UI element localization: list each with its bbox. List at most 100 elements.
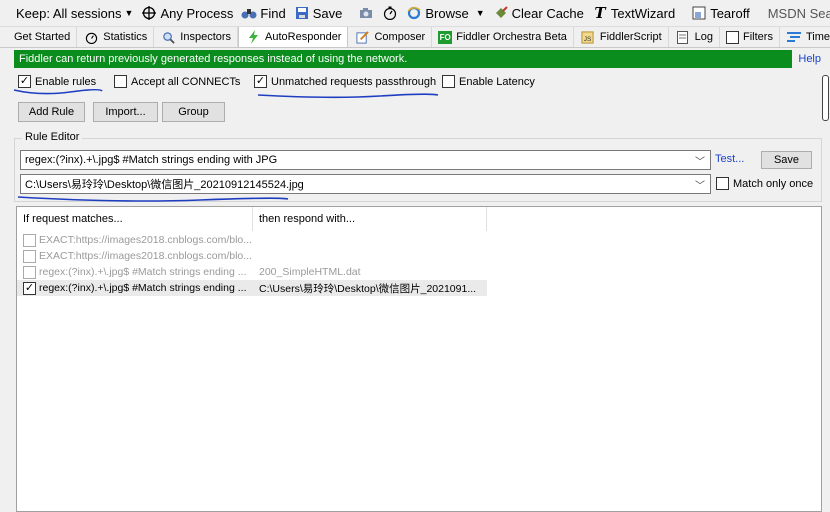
column-header-respond[interactable]: then respond with...	[253, 207, 487, 231]
rule-row[interactable]: EXACT:https://images2018.cnblogs.com/blo…	[17, 248, 487, 264]
unmatched-passthrough-option[interactable]: ✓ Unmatched requests passthrough	[254, 75, 436, 88]
match-only-once-checkbox[interactable]	[716, 177, 729, 190]
tab-filters[interactable]: Filters	[720, 27, 780, 47]
rule-save-button[interactable]: Save	[761, 151, 812, 169]
rule-enabled-checkbox[interactable]	[23, 265, 36, 279]
rule-respond: 200_SimpleHTML.dat	[259, 266, 361, 278]
broom-icon	[493, 5, 509, 21]
tab-fiddlerscript[interactable]: JS FiddlerScript	[574, 27, 669, 47]
info-banner: Fiddler can return previously generated …	[14, 50, 827, 68]
chevron-down-icon[interactable]: ﹀	[695, 177, 705, 192]
import-button[interactable]: Import...	[93, 102, 158, 122]
group-button[interactable]: Group	[162, 102, 225, 122]
tab-label: Log	[694, 31, 713, 43]
rule-match: regex:(?inx).+\.jpg$ #Match strings endi…	[39, 266, 247, 278]
rule-row[interactable]: EXACT:https://images2018.cnblogs.com/blo…	[17, 232, 487, 248]
svg-text:JS: JS	[584, 36, 592, 43]
browse-label: Browse	[425, 5, 469, 21]
vertical-scrollbar[interactable]	[822, 75, 830, 512]
match-only-once-option[interactable]: Match only once	[716, 177, 813, 190]
unmatched-passthrough-checkbox[interactable]: ✓	[254, 75, 267, 88]
rule-match: EXACT:https://images2018.cnblogs.com/blo…	[39, 234, 253, 246]
textwizard-label: TextWizard	[610, 5, 676, 21]
fo-badge-icon: FO	[438, 30, 453, 44]
accept-connects-checkbox[interactable]	[114, 75, 127, 88]
rule-match: EXACT:https://images2018.cnblogs.com/blo…	[39, 250, 253, 262]
clear-cache-label: Clear Cache	[511, 5, 584, 21]
save-button[interactable]: Save	[294, 5, 343, 21]
rule-enabled-checkbox[interactable]	[23, 249, 36, 263]
main-toolbar: Keep: All sessions ▼ Any Process Find Sa…	[0, 0, 830, 27]
tab-label: Filters	[743, 31, 773, 43]
enable-latency-option[interactable]: Enable Latency	[442, 75, 535, 88]
textwizard-button[interactable]: T TextWizard	[592, 4, 676, 22]
msdn-search-input[interactable]: MSDN Search...	[768, 6, 830, 21]
tab-label: Get Started	[14, 31, 71, 43]
magnifier-icon	[160, 29, 176, 45]
rules-list-header: If request matches... then respond with.…	[17, 207, 821, 231]
rule-editor-legend: Rule Editor	[22, 131, 83, 143]
response-action-combobox[interactable]: C:\Users\易玲玲\Desktop\微信图片_20210912145524…	[20, 174, 711, 194]
rule-row[interactable]: regex:(?inx).+\.jpg$ #Match strings endi…	[17, 264, 487, 280]
chevron-down-icon[interactable]: ﹀	[695, 153, 705, 168]
tab-composer[interactable]: Composer	[348, 27, 433, 47]
timeline-icon	[786, 29, 802, 45]
stopwatch-icon	[83, 29, 99, 45]
rule-row[interactable]: ✓ regex:(?inx).+\.jpg$ #Match strings end…	[17, 280, 487, 296]
browse-button[interactable]: Browse ▼	[406, 5, 485, 21]
scrollbar-thumb[interactable]	[822, 75, 829, 121]
keep-sessions-dropdown[interactable]: Keep: All sessions ▼	[16, 6, 133, 21]
binoculars-icon	[241, 5, 257, 21]
response-action-value: C:\Users\易玲玲\Desktop\微信图片_20210912145524…	[25, 179, 304, 191]
match-only-once-label: Match only once	[733, 177, 814, 190]
clear-cache-button[interactable]: Clear Cache	[493, 5, 584, 21]
compose-icon	[354, 29, 370, 45]
tab-fiddler-orchestra[interactable]: FO Fiddler Orchestra Beta	[432, 27, 574, 47]
tab-autoresponder[interactable]: AutoResponder	[238, 27, 349, 47]
help-link[interactable]: Help	[792, 50, 827, 68]
tab-label: Composer	[374, 31, 426, 43]
screenshot-button[interactable]	[358, 5, 374, 21]
tab-get-started[interactable]: Get Started	[0, 27, 78, 47]
tab-inspectors[interactable]: Inspectors	[154, 27, 239, 47]
enable-latency-checkbox[interactable]	[442, 75, 455, 88]
annotation-underline-enable-rules	[13, 88, 103, 95]
ie-browser-icon	[406, 5, 422, 21]
add-rule-button[interactable]: Add Rule	[18, 102, 85, 122]
tearoff-label: Tearoff	[710, 5, 750, 21]
tab-log[interactable]: Log	[669, 27, 720, 47]
tab-label: FiddlerScript	[599, 31, 662, 43]
accept-connects-option[interactable]: Accept all CONNECTs	[114, 75, 240, 88]
tab-statistics[interactable]: Statistics	[77, 27, 155, 47]
save-label: Save	[312, 5, 343, 21]
crosshair-icon	[141, 5, 157, 21]
any-process-label: Any Process	[160, 5, 234, 21]
any-process-button[interactable]: Any Process	[141, 5, 233, 21]
tab-strip: Get Started Statistics Inspectors AutoRe…	[0, 27, 830, 48]
timer-button[interactable]	[382, 5, 398, 21]
tab-label: Timeline	[805, 31, 830, 43]
enable-rules-label: Enable rules	[35, 75, 97, 88]
rule-enabled-checkbox[interactable]: ✓	[23, 281, 36, 295]
unmatched-passthrough-label: Unmatched requests passthrough	[271, 75, 437, 88]
stopwatch-icon	[382, 5, 398, 21]
tab-label: Inspectors	[180, 31, 232, 43]
tearoff-window-icon	[691, 5, 707, 21]
annotation-underline-unmatched	[257, 93, 439, 99]
rule-enabled-checkbox[interactable]	[23, 233, 36, 247]
filters-checkbox-icon	[726, 30, 739, 44]
tearoff-button[interactable]: Tearoff	[691, 5, 750, 21]
script-js-icon: JS	[580, 29, 596, 45]
accept-connects-label: Accept all CONNECTs	[131, 75, 241, 88]
column-header-match[interactable]: If request matches...	[17, 207, 253, 231]
enable-rules-checkbox[interactable]: ✓	[18, 75, 31, 88]
rule-respond: C:\Users\易玲玲\Desktop\微信图片_2021091...	[259, 282, 477, 295]
enable-latency-label: Enable Latency	[459, 75, 535, 88]
rules-list[interactable]: If request matches... then respond with.…	[16, 206, 822, 512]
tab-timeline[interactable]: Timeline	[780, 27, 830, 47]
match-pattern-combobox[interactable]: regex:(?inx).+\.jpg$ #Match strings endi…	[20, 150, 711, 170]
enable-rules-option[interactable]: ✓ Enable rules	[18, 75, 96, 88]
test-link[interactable]: Test...	[715, 153, 744, 165]
find-button[interactable]: Find	[241, 5, 286, 21]
chevron-down-icon: ▼	[475, 8, 485, 18]
